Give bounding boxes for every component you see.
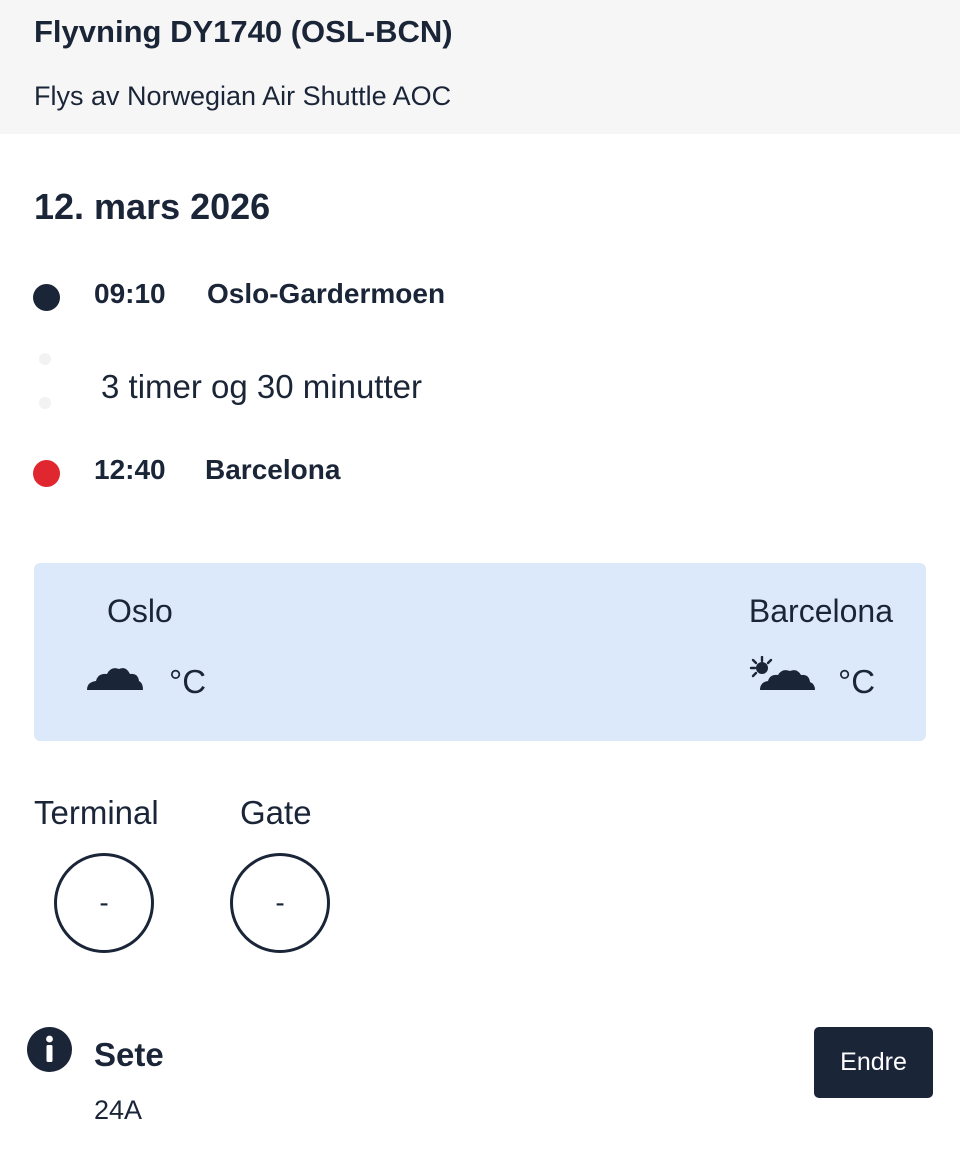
arrival-airport: Barcelona: [205, 454, 341, 485]
origin-temperature: °C: [169, 663, 207, 700]
terminal-label: Terminal: [34, 794, 159, 831]
destination-city: Barcelona: [748, 593, 893, 629]
flight-duration: 3 timer og 30 minutter: [101, 368, 422, 405]
departure-dot-icon: [33, 284, 60, 311]
departure-airport: Oslo-Gardermoen: [207, 278, 446, 309]
route-connector-dot-icon: [39, 397, 51, 409]
origin-city: Oslo: [107, 593, 173, 629]
flight-title: Flyvning DY1740 (OSL-BCN): [34, 14, 453, 49]
seat-title: Sete: [94, 1036, 164, 1073]
flight-date: 12. mars 2026: [34, 186, 271, 227]
gate-value: -: [230, 853, 330, 953]
change-seat-button[interactable]: Endre: [814, 1027, 933, 1098]
destination-temperature: °C: [838, 663, 876, 700]
cloud-icon: [86, 665, 144, 691]
seat-value: 24A: [94, 1095, 143, 1125]
partly-sunny-icon: [748, 656, 818, 692]
route-connector-dot-icon: [39, 353, 51, 365]
weather-panel: Oslo Barcelona °C °C: [34, 563, 926, 741]
terminal-value: -: [54, 853, 154, 953]
arrival-dot-icon: [33, 460, 60, 487]
operator-text: Flys av Norwegian Air Shuttle AOC: [34, 81, 452, 111]
info-icon[interactable]: [27, 1027, 72, 1072]
gate-label: Gate: [240, 794, 312, 831]
departure-time: 09:10: [94, 278, 166, 309]
flight-header: Flyvning DY1740 (OSL-BCN) Flys av Norweg…: [0, 0, 960, 134]
arrival-time: 12:40: [94, 454, 166, 485]
